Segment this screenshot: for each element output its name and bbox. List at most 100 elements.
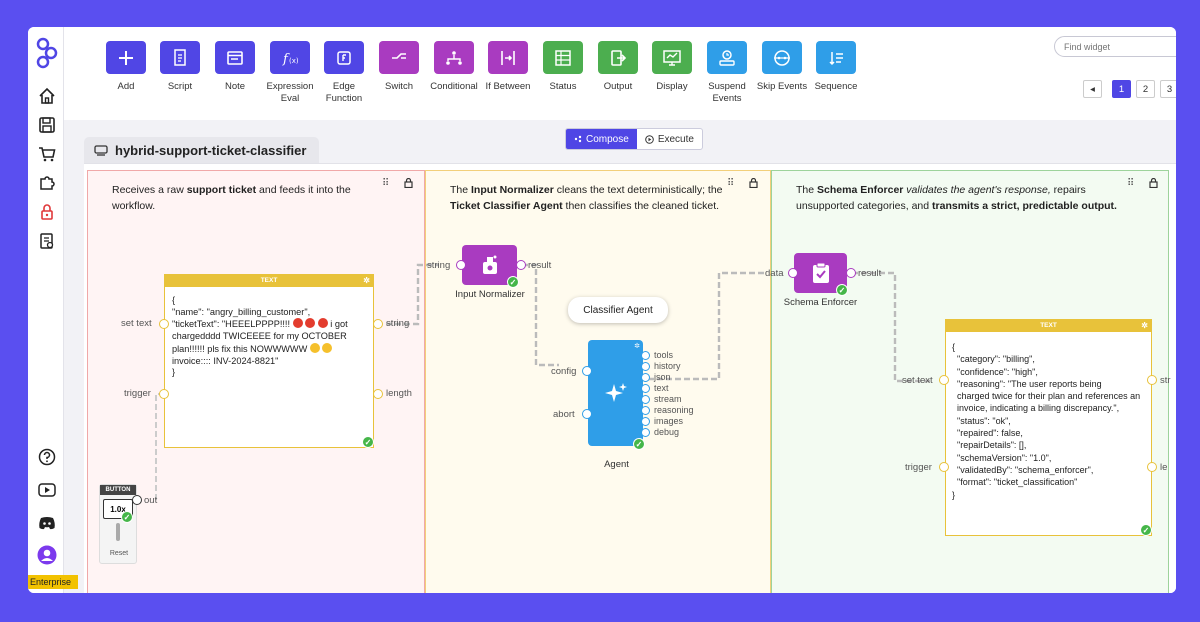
page-3-button[interactable]: 3 [1160,80,1176,98]
angry-face-icon [317,318,328,329]
port-label: tools [654,350,674,360]
button-node[interactable]: BUTTON 1.0x Reset [99,484,137,564]
content-text: plan!!!!!! pls fix this NOWWWWW [172,343,310,354]
port-label: set text [902,375,933,386]
port-set-text[interactable] [939,375,949,385]
port-stream[interactable] [641,395,650,404]
youtube-icon[interactable] [37,480,57,500]
port-images[interactable] [641,417,650,426]
puzzle-icon[interactable] [37,173,57,193]
agent-node[interactable]: ✲ [588,340,643,446]
content-line: "status": "ok", [952,415,1011,426]
tool-conditional-button[interactable] [434,41,474,74]
if-between-icon [501,50,515,65]
save-icon[interactable] [37,115,57,135]
content-line: "confidence": "high", [952,366,1038,377]
slider-track[interactable] [116,523,120,541]
note-icon [227,50,243,65]
port-text[interactable] [641,384,650,393]
tool-status[interactable]: Status [533,41,593,93]
tool-add[interactable]: Add [96,41,156,93]
home-icon[interactable] [37,86,57,106]
tool-if-between[interactable]: If Between [478,41,538,93]
port-result-out[interactable] [846,268,856,278]
text-node-input[interactable]: TEXT ✲ {"name": "angry_billing_customer",… [164,274,374,448]
tool-edge-function[interactable]: Edge Function [314,41,374,105]
crying-face-icon [322,342,333,353]
port-label: history [654,361,681,371]
port-debug[interactable] [641,428,650,437]
wire-enforcer-to-text [852,271,932,383]
port-json[interactable] [641,373,650,382]
function-icon: f (x) [282,52,299,67]
text-node-output[interactable]: TEXT ✲ { "category": "billing", "confiden… [945,319,1152,536]
port-trigger[interactable] [159,389,169,399]
port-trigger[interactable] [939,462,949,472]
port-tools[interactable] [641,351,650,360]
help-icon[interactable] [37,447,57,467]
port-out[interactable] [132,495,142,505]
tool-edge-function-button[interactable] [324,41,364,74]
tool-conditional[interactable]: Conditional [424,41,484,93]
port-string-out[interactable] [1147,375,1157,385]
wire-button-to-trigger [155,393,162,500]
tool-expression-eval-button[interactable]: f (x) [270,41,310,74]
execute-button[interactable]: Execute [637,129,702,149]
port-reasoning[interactable] [641,406,650,415]
node-gear-icon[interactable]: ✲ [363,275,370,287]
port-label: string [386,318,410,329]
workflow-canvas[interactable]: Receives a raw support ticket and feeds … [84,163,1176,593]
port-string-in[interactable] [456,260,466,270]
tool-expression-eval[interactable]: f (x) Expression Eval [260,41,320,105]
port-length-out[interactable] [373,389,383,399]
search-input[interactable] [1054,36,1176,57]
compose-button[interactable]: Compose [566,129,637,149]
cart-icon[interactable] [37,144,57,164]
port-length-out[interactable] [1147,462,1157,472]
tool-suspend-events[interactable]: Suspend Events [697,41,757,105]
port-data-in[interactable] [788,268,798,278]
tool-switch-button[interactable] [379,41,419,74]
avatar-icon[interactable] [37,545,57,565]
port-string-out[interactable] [373,319,383,329]
port-abort[interactable] [582,409,592,419]
reset-label[interactable]: Reset [100,550,138,557]
tool-suspend-events-button[interactable] [707,41,747,74]
discord-icon[interactable] [37,513,57,533]
port-label: config [551,366,577,377]
page-2-button[interactable]: 2 [1136,80,1155,98]
book-icon[interactable] [37,231,57,251]
tool-note-button[interactable] [215,41,255,74]
page-prev-button[interactable]: ◂ [1083,80,1102,98]
tool-output[interactable]: Output [588,41,648,93]
port-set-text[interactable] [159,319,169,329]
port-label: str [1160,375,1171,386]
page-1-button[interactable]: 1 [1112,80,1131,98]
tool-label: Conditional [430,81,478,92]
port-result-out[interactable] [516,260,526,270]
port-history[interactable] [641,362,650,371]
tool-skip-events-button[interactable] [762,41,802,74]
node-gear-icon[interactable]: ✲ [634,342,640,350]
tool-display-button[interactable] [652,41,692,74]
workflow-title: hybrid-support-ticket-classifier [115,142,307,158]
tool-script-button[interactable] [160,41,200,74]
tool-note[interactable]: Note [205,41,265,93]
lock-icon[interactable] [37,202,57,222]
tool-script[interactable]: Script [150,41,210,93]
tool-display[interactable]: Display [642,41,702,93]
sparkle-icon [604,383,627,402]
tool-status-button[interactable] [543,41,583,74]
tool-sequence[interactable]: Sequence [806,41,866,93]
port-label: trigger [905,462,932,473]
tool-output-button[interactable] [598,41,638,74]
tool-skip-events[interactable]: Skip Events [752,41,812,93]
tool-add-button[interactable] [106,41,146,74]
content-line: "ticketText": "HEEELPPPP!!!! i got [172,318,366,331]
logo-icon[interactable] [34,35,60,69]
tool-sequence-button[interactable] [816,41,856,74]
port-config[interactable] [582,366,592,376]
node-gear-icon[interactable]: ✲ [1141,320,1148,332]
tool-switch[interactable]: Switch [369,41,429,93]
tool-if-between-button[interactable] [488,41,528,74]
